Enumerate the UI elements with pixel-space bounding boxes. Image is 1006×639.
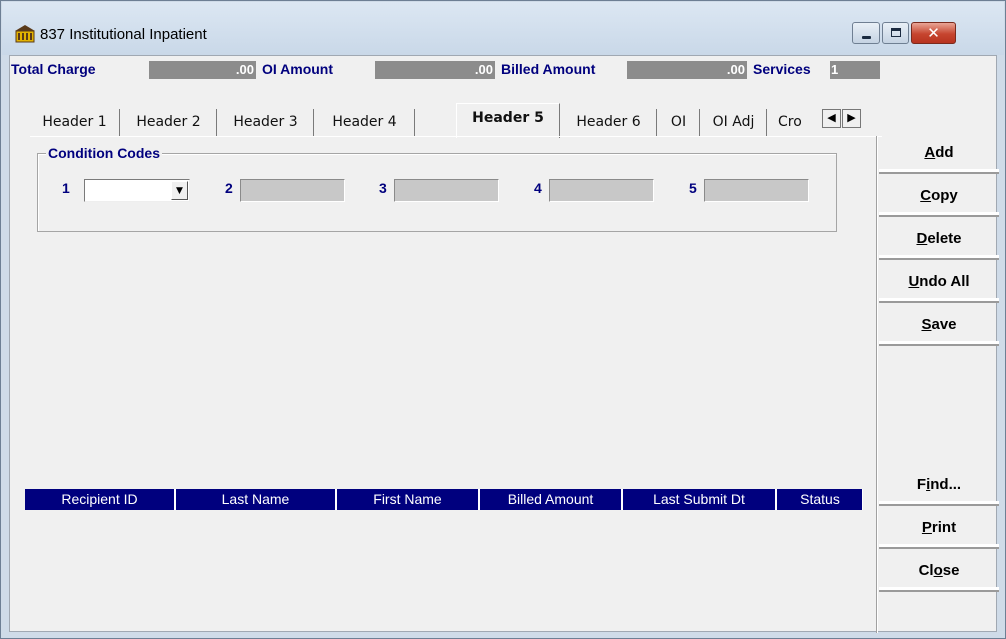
billed-amount-value: .00 <box>627 61 747 79</box>
billed-amount-label: Billed Amount <box>501 61 596 77</box>
tab-header-3[interactable]: Header 3 <box>218 109 314 137</box>
close-window-button[interactable]: ✕ <box>911 22 956 44</box>
total-charge-label: Total Charge <box>11 61 96 77</box>
column-recipient-id[interactable]: Recipient ID <box>25 489 176 510</box>
print-label: rint <box>931 519 957 536</box>
app-window: 837 Institutional Inpatient ✕ Total Char… <box>0 0 1006 639</box>
oi-amount-value: .00 <box>375 61 495 79</box>
summary-row: Total Charge .00 OI Amount .00 Billed Am… <box>10 58 890 80</box>
condition-codes-group: Condition Codes 1 ▼ 2 3 4 5 <box>37 145 837 232</box>
side-panel-divider <box>876 136 878 633</box>
triangle-left-icon: ◀ <box>827 111 836 124</box>
condition-code-5-field[interactable] <box>704 179 809 202</box>
save-button[interactable]: Save <box>879 306 999 346</box>
maximize-button[interactable] <box>882 22 909 44</box>
triangle-right-icon: ▶ <box>847 111 856 124</box>
column-last-name[interactable]: Last Name <box>176 489 337 510</box>
save-mnemonic: S <box>921 316 932 333</box>
close-mnemonic: o <box>933 562 943 579</box>
maximize-icon <box>891 28 901 37</box>
tab-header-2[interactable]: Header 2 <box>121 109 217 137</box>
undo-all-label: ndo All <box>919 273 970 290</box>
tab-strip: Header 1 Header 2 Header 3 Header 4 Head… <box>30 103 885 138</box>
find-button[interactable]: Find... <box>879 466 999 506</box>
tab-cross[interactable]: Cro <box>768 109 828 137</box>
condition-code-2-field[interactable] <box>240 179 345 202</box>
column-first-name[interactable]: First Name <box>337 489 480 510</box>
find-prefix: F <box>916 476 927 493</box>
close-icon: ✕ <box>927 24 940 42</box>
client-area: Total Charge .00 OI Amount .00 Billed Am… <box>9 55 999 633</box>
tab-header-1[interactable]: Header 1 <box>30 109 120 137</box>
results-grid-header: Recipient ID Last Name First Name Billed… <box>25 489 863 510</box>
add-label: dd <box>935 144 954 161</box>
tab-oi[interactable]: OI <box>658 109 700 137</box>
condition-code-4-label: 4 <box>534 180 542 196</box>
minimize-button[interactable] <box>852 22 880 44</box>
condition-code-1-select[interactable]: ▼ <box>84 179 190 202</box>
condition-code-4-field[interactable] <box>549 179 654 202</box>
tab-oi-adj[interactable]: OI Adj <box>701 109 767 137</box>
column-last-submit-dt[interactable]: Last Submit Dt <box>623 489 777 510</box>
tab-header-5[interactable]: Header 5 <box>456 103 560 138</box>
add-button[interactable]: Add <box>879 134 999 174</box>
close-label: se <box>942 562 960 579</box>
undo-all-mnemonic: U <box>908 273 920 290</box>
copy-button[interactable]: Copy <box>879 177 999 217</box>
delete-label: elete <box>927 230 962 247</box>
copy-label: opy <box>931 187 958 204</box>
tab-header-6[interactable]: Header 6 <box>561 109 657 137</box>
column-billed-amount[interactable]: Billed Amount <box>480 489 623 510</box>
find-label: nd... <box>930 476 962 493</box>
close-prefix: Cl <box>918 562 934 579</box>
tab-scroll-left[interactable]: ◀ <box>822 109 841 128</box>
print-button[interactable]: Print <box>879 509 999 549</box>
delete-button[interactable]: Delete <box>879 220 999 260</box>
window-title: 837 Institutional Inpatient <box>40 26 207 43</box>
title-bar[interactable]: 837 Institutional Inpatient ✕ <box>2 2 1004 55</box>
minimize-icon <box>862 36 871 39</box>
tab-header-4[interactable]: Header 4 <box>315 109 415 137</box>
oi-amount-label: OI Amount <box>262 61 334 77</box>
copy-mnemonic: C <box>920 187 932 204</box>
close-button[interactable]: Close <box>879 552 999 592</box>
building-icon <box>15 25 35 43</box>
print-mnemonic: P <box>921 519 932 536</box>
column-status[interactable]: Status <box>777 489 863 510</box>
condition-code-3-field[interactable] <box>394 179 499 202</box>
total-charge-value: .00 <box>149 61 256 79</box>
add-mnemonic: A <box>924 144 936 161</box>
condition-code-2-label: 2 <box>225 180 233 196</box>
undo-all-button[interactable]: Undo All <box>879 263 999 303</box>
delete-mnemonic: D <box>916 230 928 247</box>
services-label: Services <box>753 61 811 77</box>
tab-divider <box>30 136 882 137</box>
condition-codes-title: Condition Codes <box>46 145 162 161</box>
services-value: 1 <box>830 61 880 79</box>
condition-code-1-label: 1 <box>62 180 70 196</box>
chevron-down-icon[interactable]: ▼ <box>171 181 188 200</box>
condition-code-5-label: 5 <box>689 180 697 196</box>
tab-scroll-right[interactable]: ▶ <box>842 109 861 128</box>
save-label: ave <box>931 316 957 333</box>
condition-code-3-label: 3 <box>379 180 387 196</box>
